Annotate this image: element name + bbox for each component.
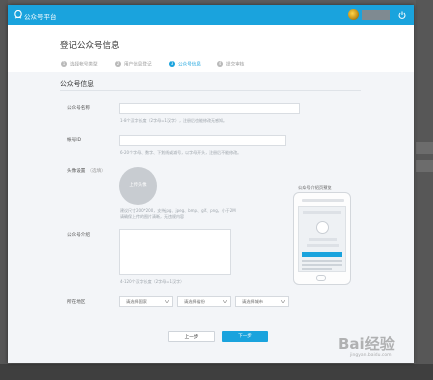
step-4: 4 提交审核 — [217, 61, 245, 68]
top-navigation-bar: 公众号平台 — [8, 5, 414, 25]
previous-step-button[interactable]: 上一步 — [168, 331, 215, 342]
name-hint: 1-8个汉字长度（2字母=1汉字），注册后也能修改无感知。 — [120, 118, 227, 123]
baidu-watermark: Bai经验 jingyan.baidu.com — [338, 335, 395, 358]
next-step-button[interactable]: 下一步 — [222, 331, 268, 342]
registration-window: 公众号平台 登记公众号信息 1 选择帐号类型 2 用户信息登记 3 公众号信息 4 提交… — [8, 5, 414, 363]
phone-name-row — [309, 238, 337, 241]
qq-logo-icon — [14, 10, 22, 19]
province-select[interactable]: 请选择省份 — [177, 296, 231, 307]
phone-id-row — [307, 244, 339, 247]
phone-text-line — [302, 268, 332, 270]
phone-text-line — [302, 260, 342, 262]
intro-hint: 4-120个汉字长度（2字母=1汉字） — [120, 279, 185, 284]
chevron-down-icon — [165, 300, 169, 303]
avatar-upload-button[interactable]: 上传头像 — [119, 167, 157, 205]
phone-speaker — [302, 199, 344, 202]
phone-avatar-icon — [316, 221, 329, 234]
avatar-label: 头像设置 （选填） — [67, 169, 106, 174]
user-name-block[interactable] — [362, 10, 390, 20]
phone-home-button — [316, 275, 326, 281]
intro-label: 公众号介绍 — [67, 233, 90, 238]
preview-caption: 公众号介绍页预览 — [298, 185, 332, 190]
step-1: 1 选择帐号类型 — [61, 61, 98, 68]
phone-preview — [293, 192, 351, 285]
step-3-active: 3 公众号信息 — [169, 61, 201, 68]
name-input[interactable] — [119, 103, 300, 114]
background-stripe — [416, 160, 433, 172]
background-stripe — [416, 142, 433, 154]
region-label: 所在地区 — [67, 300, 86, 305]
platform-brand: 公众号平台 — [24, 13, 57, 21]
phone-text-line — [302, 264, 342, 266]
chevron-down-icon — [223, 300, 227, 303]
background-overlay-left — [0, 0, 8, 380]
chevron-down-icon — [281, 300, 285, 303]
user-avatar-icon[interactable] — [348, 9, 359, 20]
city-select[interactable]: 请选择城市 — [235, 296, 289, 307]
page-header: 登记公众号信息 1 选择帐号类型 2 用户信息登记 3 公众号信息 4 提交审核 — [8, 25, 414, 72]
intro-textarea[interactable] — [119, 229, 231, 275]
account-id-input[interactable] — [119, 135, 286, 146]
avatar-hint-2: 请确保上传的图片清晰，无违规内容 — [120, 214, 184, 219]
phone-screen — [298, 206, 346, 272]
background-overlay-right — [416, 0, 433, 380]
country-select[interactable]: 请选择国家 — [119, 296, 173, 307]
section-divider — [60, 90, 361, 91]
account-id-label: 帐号ID — [67, 138, 82, 143]
page-title: 登记公众号信息 — [60, 41, 120, 51]
account-id-hint: 6-20个字母、数字、下划线或减号，以字母开头，注册后不能修改。 — [120, 150, 242, 155]
background-bottom-bar — [0, 364, 433, 380]
phone-header-row — [303, 211, 341, 214]
name-label: 公众号名称 — [67, 106, 90, 111]
phone-highlight-bar — [302, 252, 342, 257]
section-title: 公众号信息 — [60, 80, 94, 88]
power-icon[interactable] — [397, 10, 407, 20]
step-2: 2 用户信息登记 — [115, 61, 152, 68]
